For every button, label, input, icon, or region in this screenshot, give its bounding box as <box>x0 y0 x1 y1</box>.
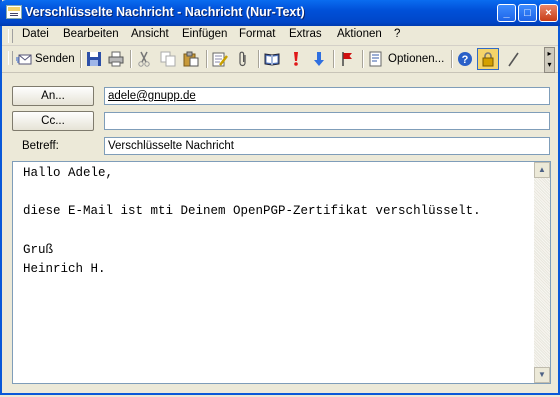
menu-extras[interactable]: Extras <box>289 28 322 40</box>
print-icon <box>108 51 124 67</box>
toolbar-separator <box>206 50 208 68</box>
paste-button[interactable] <box>183 49 199 69</box>
minimize-button[interactable]: _ <box>497 4 516 22</box>
edit-button[interactable] <box>212 49 228 69</box>
options-button[interactable]: Optionen... <box>368 49 448 69</box>
to-recipient[interactable]: adele@gnupp.de <box>108 90 196 102</box>
attach-button[interactable] <box>235 49 251 69</box>
attach-icon <box>239 51 246 67</box>
menu-aktionen[interactable]: Aktionen <box>337 28 382 40</box>
toolbar-separator <box>80 50 82 68</box>
svg-text:?: ? <box>462 54 469 66</box>
toolbar: Senden Optionen... ? ▸ ▾ <box>2 46 558 73</box>
menu-ansicht[interactable]: Ansicht <box>131 28 169 40</box>
menu-format[interactable]: Format <box>239 28 275 40</box>
flag-button[interactable] <box>339 49 355 69</box>
maximize-button[interactable]: □ <box>518 4 537 22</box>
menu-bearbeiten[interactable]: Bearbeiten <box>63 28 119 40</box>
subject-field[interactable]: Verschlüsselte Nachricht <box>104 137 550 155</box>
to-field[interactable]: adele@gnupp.de <box>104 87 550 105</box>
options-icon <box>369 51 382 67</box>
options-label: Optionen... <box>388 53 445 65</box>
vertical-scrollbar[interactable]: ▲ ▼ <box>534 162 550 383</box>
sign-pen-icon <box>508 52 519 67</box>
save-icon <box>87 52 101 66</box>
scroll-down-button[interactable]: ▼ <box>534 367 550 383</box>
message-icon <box>6 5 22 19</box>
flag-icon <box>342 52 352 66</box>
close-button[interactable]: × <box>539 4 558 22</box>
toolbar-grip[interactable] <box>8 51 13 65</box>
toolbar-separator <box>362 50 364 68</box>
to-button[interactable]: An... <box>12 86 94 106</box>
encrypt-toggle[interactable] <box>477 48 499 70</box>
help-button[interactable]: ? <box>457 49 473 69</box>
sign-toggle[interactable] <box>505 49 521 69</box>
window-title: Verschlüsselte Nachricht - Nachricht (Nu… <box>25 5 305 19</box>
send-button[interactable]: Senden <box>16 49 76 69</box>
message-body[interactable]: Hallo Adele, diese E-Mail ist mti Deinem… <box>12 161 551 384</box>
send-icon <box>16 54 32 65</box>
send-label: Senden <box>35 53 75 65</box>
addressbook-button[interactable] <box>264 49 280 69</box>
importance-low-button[interactable] <box>311 49 327 69</box>
title-bar[interactable]: Verschlüsselte Nachricht - Nachricht (Nu… <box>0 0 560 26</box>
importance-low-icon <box>314 52 324 66</box>
importance-high-button[interactable] <box>288 49 304 69</box>
scroll-up-button[interactable]: ▲ <box>534 162 550 178</box>
menu-help[interactable]: ? <box>394 28 400 40</box>
cut-icon <box>138 51 150 67</box>
message-window: Verschlüsselte Nachricht - Nachricht (Nu… <box>0 0 560 395</box>
paste-icon <box>183 51 199 67</box>
save-button[interactable] <box>86 49 102 69</box>
toolbar-separator <box>451 50 453 68</box>
cut-button[interactable] <box>136 49 152 69</box>
toolbar-separator <box>333 50 335 68</box>
subject-label: Betreff: <box>22 140 59 152</box>
cc-button[interactable]: Cc... <box>12 111 94 131</box>
copy-button[interactable] <box>160 49 176 69</box>
encrypt-lock-icon <box>482 52 494 67</box>
edit-icon <box>212 52 228 67</box>
menu-einfuegen[interactable]: Einfügen <box>182 28 227 40</box>
toolbar-overflow-button[interactable]: ▸ ▾ <box>544 47 555 73</box>
addressbook-icon <box>264 53 280 66</box>
copy-icon <box>160 51 176 67</box>
toolbar-separator <box>130 50 132 68</box>
help-icon: ? <box>458 52 472 66</box>
toolbar-separator <box>258 50 260 68</box>
menu-grip[interactable] <box>8 29 13 43</box>
menu-datei[interactable]: Datei <box>22 28 49 40</box>
print-button[interactable] <box>108 49 124 69</box>
menu-bar: Datei Bearbeiten Ansicht Einfügen Format… <box>2 26 558 46</box>
cc-field[interactable] <box>104 112 550 130</box>
importance-high-icon <box>294 52 298 66</box>
scroll-track[interactable] <box>534 178 550 367</box>
message-body-text[interactable]: Hallo Adele, diese E-Mail ist mti Deinem… <box>23 164 535 279</box>
